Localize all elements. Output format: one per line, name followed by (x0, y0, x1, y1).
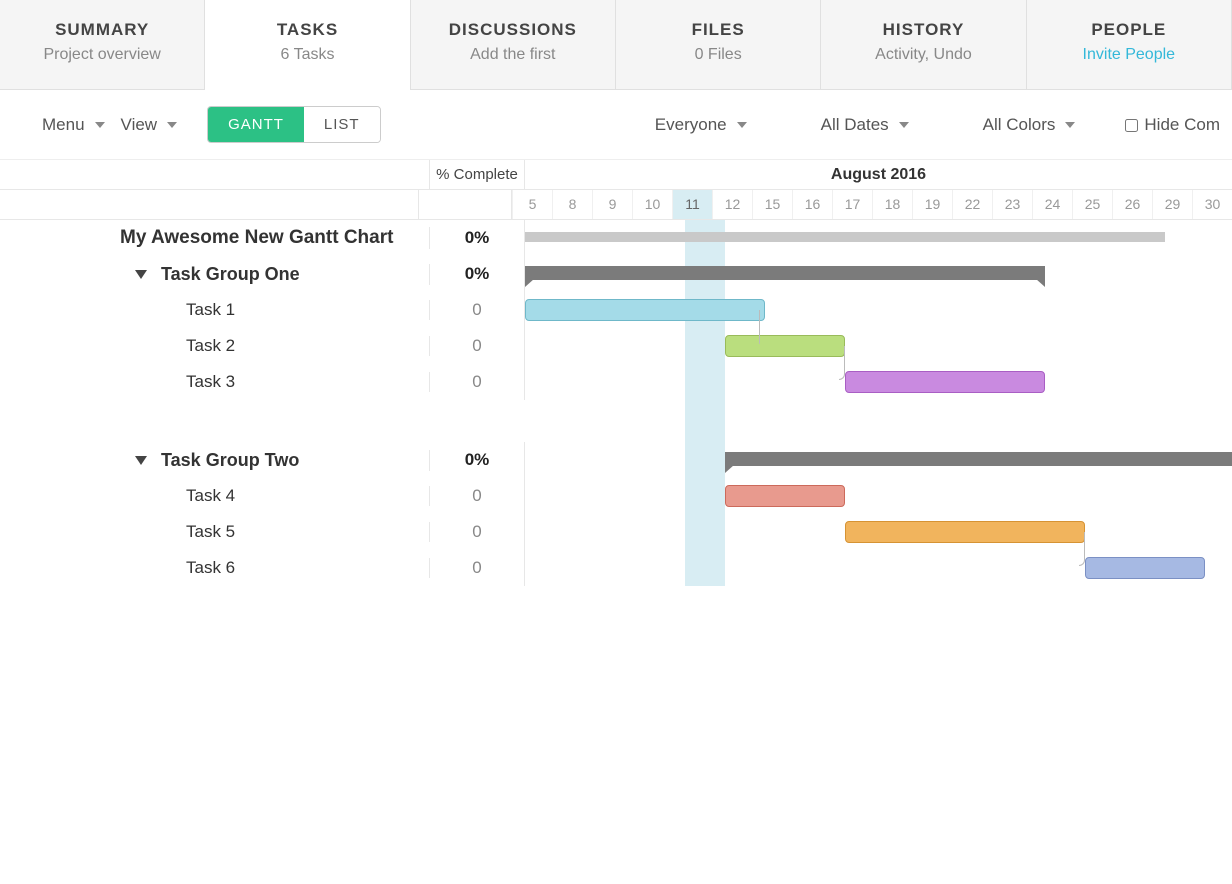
day-header-cell: 30 (1192, 190, 1232, 219)
task-name: Task 4 (0, 486, 430, 506)
day-header-cell: 24 (1032, 190, 1072, 219)
task-pct: 0 (430, 328, 525, 364)
task-row[interactable]: Task 4 0 (0, 478, 1232, 514)
task-pct: 0 (430, 514, 525, 550)
color-filter[interactable]: All Colors (979, 109, 1080, 141)
day-header-cell: 17 (832, 190, 872, 219)
task-row[interactable]: Task 1 0 (0, 292, 1232, 328)
tab-history[interactable]: HISTORY Activity, Undo (821, 0, 1026, 90)
chevron-down-icon (899, 122, 909, 128)
dependency-line (759, 310, 760, 344)
task-row[interactable]: Task 6 0 (0, 550, 1232, 586)
toolbar: Menu View GANTT LIST Everyone All Dates … (0, 90, 1232, 160)
task-bar[interactable] (725, 335, 845, 357)
collapse-icon[interactable] (135, 456, 147, 465)
group-row[interactable]: Task Group Two 0% (0, 442, 1232, 478)
timeline-month-row: % Complete August 2016 (0, 160, 1232, 190)
task-row[interactable]: Task 5 0 (0, 514, 1232, 550)
task-pct: 0 (430, 292, 525, 328)
tab-subtitle: Add the first (411, 46, 615, 64)
invite-people-link[interactable]: Invite People (1027, 46, 1231, 64)
task-pct: 0 (430, 364, 525, 400)
task-name: Task 1 (0, 300, 430, 320)
task-bar[interactable] (845, 371, 1045, 393)
tab-title: FILES (616, 20, 820, 40)
tab-subtitle: 6 Tasks (205, 46, 409, 64)
gantt-view-button[interactable]: GANTT (208, 107, 304, 142)
chevron-down-icon (1065, 122, 1075, 128)
tab-people[interactable]: PEOPLE Invite People (1027, 0, 1232, 90)
view-dropdown[interactable]: View (117, 109, 182, 141)
tab-title: PEOPLE (1027, 20, 1231, 40)
day-header-cell: 11 (672, 190, 712, 219)
task-bar[interactable] (1085, 557, 1205, 579)
project-pct: 0% (430, 220, 525, 256)
task-name: Task 2 (0, 336, 430, 356)
task-bar[interactable] (525, 299, 765, 321)
task-bar[interactable] (725, 485, 845, 507)
task-bar[interactable] (845, 521, 1085, 543)
day-header-cell: 16 (792, 190, 832, 219)
project-row[interactable]: My Awesome New Gantt Chart 0% (0, 220, 1232, 256)
date-filter[interactable]: All Dates (817, 109, 913, 141)
group-name: Task Group One (161, 264, 300, 285)
day-header-cell: 29 (1152, 190, 1192, 219)
day-header-cell: 25 (1072, 190, 1112, 219)
dependency-line (839, 346, 845, 380)
list-view-button[interactable]: LIST (304, 107, 380, 142)
menu-dropdown[interactable]: Menu (38, 109, 109, 141)
tab-title: TASKS (205, 20, 409, 40)
tab-subtitle: Project overview (0, 46, 204, 64)
tab-subtitle: Activity, Undo (821, 46, 1025, 64)
collapse-icon[interactable] (135, 270, 147, 279)
day-header-cell: 15 (752, 190, 792, 219)
task-name: Task 3 (0, 372, 430, 392)
tab-title: SUMMARY (0, 20, 204, 40)
day-header-cell: 9 (592, 190, 632, 219)
task-name: Task 5 (0, 522, 430, 542)
tab-files[interactable]: FILES 0 Files (616, 0, 821, 90)
hide-completed-toggle[interactable]: Hide Com (1125, 115, 1220, 135)
tab-summary[interactable]: SUMMARY Project overview (0, 0, 205, 90)
group-pct: 0% (430, 256, 525, 292)
group-name: Task Group Two (161, 450, 299, 471)
task-row[interactable]: Task 2 0 (0, 328, 1232, 364)
chevron-down-icon (167, 122, 177, 128)
day-header-cell: 18 (872, 190, 912, 219)
task-row[interactable]: Task 3 0 (0, 364, 1232, 400)
gantt-body: My Awesome New Gantt Chart 0% Task Group… (0, 220, 1232, 586)
tab-subtitle: 0 Files (616, 46, 820, 64)
hide-completed-checkbox[interactable] (1125, 119, 1138, 132)
timeline-day-row: 589101112151617181922232425262930 (0, 190, 1232, 220)
group-row[interactable]: Task Group One 0% (0, 256, 1232, 292)
pct-complete-header: % Complete (430, 160, 525, 189)
assignee-filter[interactable]: Everyone (651, 109, 751, 141)
tab-tasks[interactable]: TASKS 6 Tasks (205, 0, 410, 90)
day-header-cell: 23 (992, 190, 1032, 219)
day-header-cell: 10 (632, 190, 672, 219)
chevron-down-icon (737, 122, 747, 128)
tab-discussions[interactable]: DISCUSSIONS Add the first (411, 0, 616, 90)
group-bar[interactable] (525, 266, 1045, 280)
day-header-cell: 19 (912, 190, 952, 219)
dependency-line (1079, 532, 1085, 566)
task-pct: 0 (430, 550, 525, 586)
group-pct: 0% (430, 442, 525, 478)
tab-title: DISCUSSIONS (411, 20, 615, 40)
task-pct: 0 (430, 478, 525, 514)
day-header-cell: 22 (952, 190, 992, 219)
view-mode-segment: GANTT LIST (207, 106, 381, 143)
chevron-down-icon (95, 122, 105, 128)
task-name: Task 6 (0, 558, 430, 578)
project-summary-bar[interactable] (525, 232, 1165, 242)
nav-tabs: SUMMARY Project overview TASKS 6 Tasks D… (0, 0, 1232, 90)
day-header-cell: 8 (552, 190, 592, 219)
project-name: My Awesome New Gantt Chart (0, 227, 430, 249)
tab-title: HISTORY (821, 20, 1025, 40)
timeline-month-label: August 2016 (525, 160, 1232, 189)
group-bar[interactable] (725, 452, 1232, 466)
day-header-cell: 12 (712, 190, 752, 219)
day-header-cell: 5 (512, 190, 552, 219)
day-header-cell: 26 (1112, 190, 1152, 219)
